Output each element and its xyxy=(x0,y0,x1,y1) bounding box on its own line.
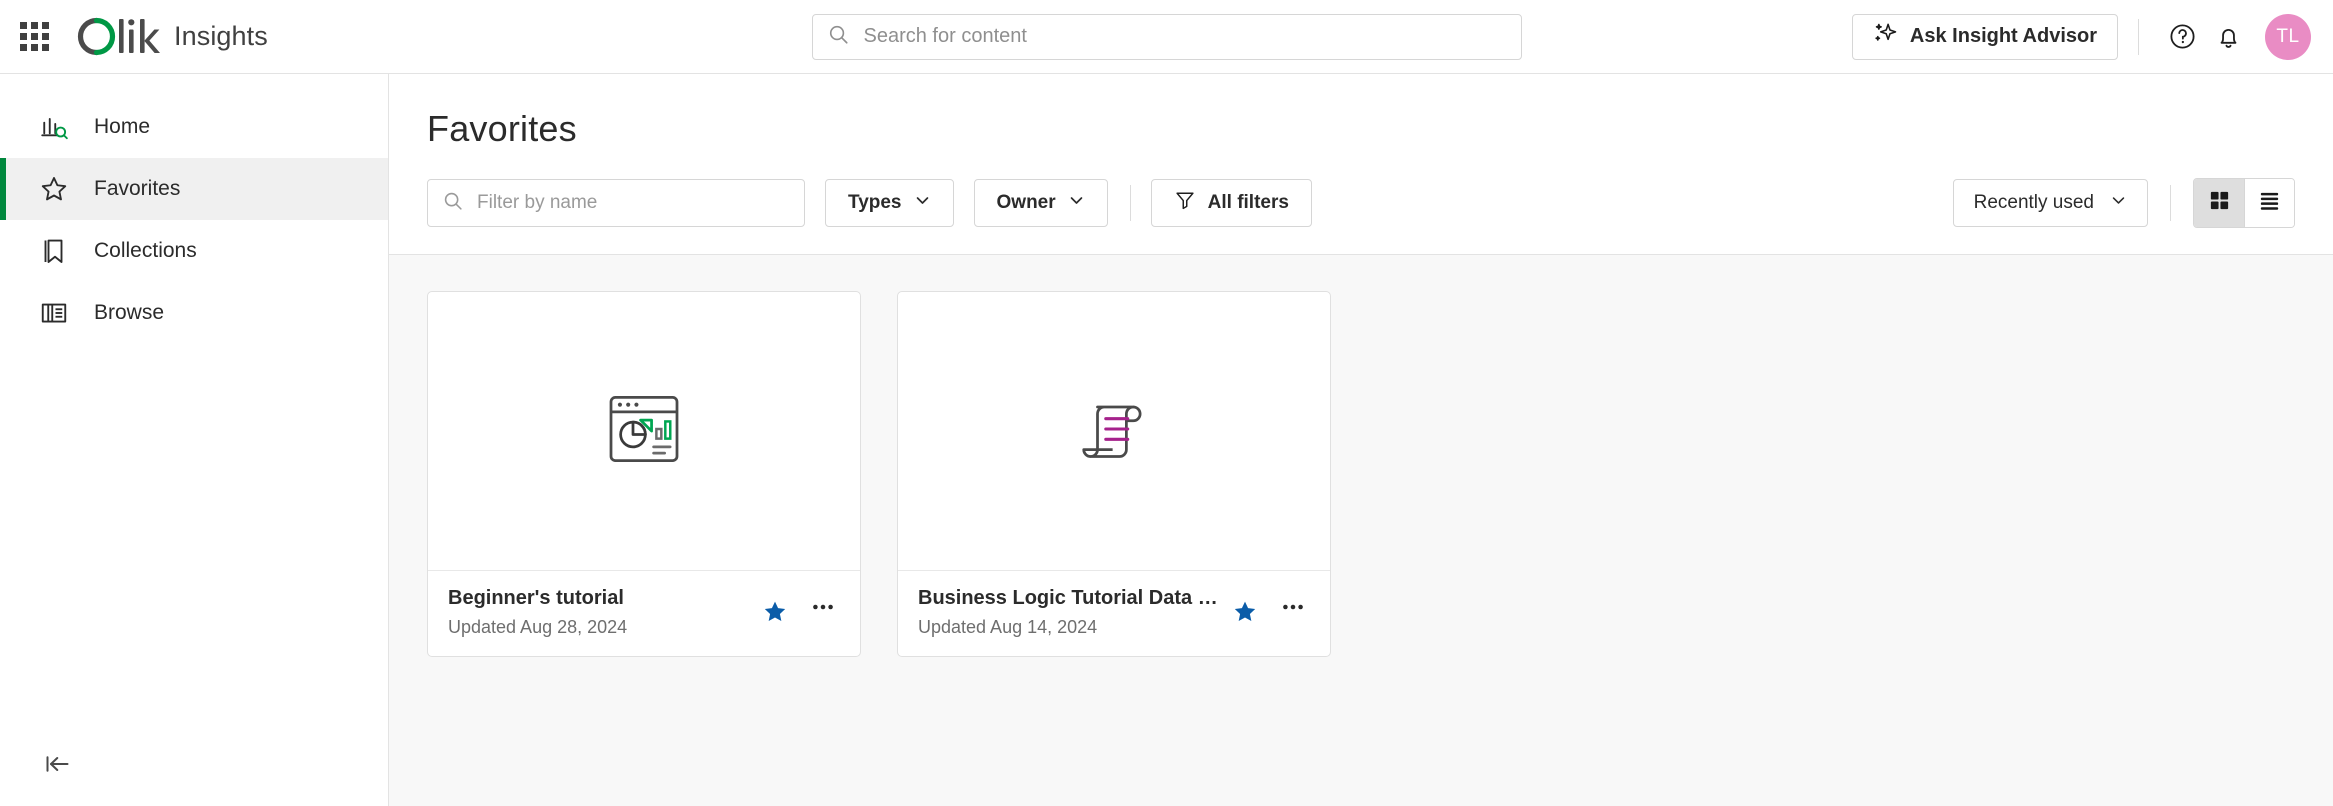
sidebar-item-label: Collections xyxy=(94,239,197,263)
card-updated-date: Updated Aug 28, 2024 xyxy=(448,617,758,638)
card-actions xyxy=(1228,587,1310,629)
owner-filter-button[interactable]: Owner xyxy=(974,179,1108,227)
view-divider xyxy=(2170,185,2171,221)
launcher-dot xyxy=(42,44,49,51)
list-view-button[interactable] xyxy=(2244,179,2294,227)
collapse-left-icon[interactable] xyxy=(38,744,78,784)
types-label: Types xyxy=(848,192,902,214)
sidebar-item-collections[interactable]: Collections xyxy=(0,220,388,282)
card-updated-date: Updated Aug 14, 2024 xyxy=(918,617,1228,638)
sidebar-item-home[interactable]: Home xyxy=(0,96,388,158)
bookmark-icon xyxy=(38,235,70,267)
all-filters-label: All filters xyxy=(1208,192,1289,214)
user-avatar[interactable]: TL xyxy=(2265,14,2311,60)
favorite-star-icon[interactable] xyxy=(1228,595,1262,629)
star-outline-icon xyxy=(38,173,70,205)
chevron-down-icon xyxy=(1068,192,1085,215)
sort-by-button[interactable]: Recently used xyxy=(1953,179,2148,227)
sidebar: Home Favorites Collections xyxy=(0,74,389,806)
header-actions: Ask Insight Advisor TL xyxy=(1852,14,2333,60)
brand-logo[interactable]: Insights xyxy=(74,15,268,59)
owner-label: Owner xyxy=(997,192,1056,214)
brand-title: Insights xyxy=(174,21,268,52)
sidebar-item-label: Favorites xyxy=(94,177,180,201)
sidebar-item-label: Browse xyxy=(94,301,164,325)
page-title: Favorites xyxy=(389,74,2333,150)
sparkle-icon xyxy=(1873,21,1898,52)
qlik-logo-icon xyxy=(74,15,160,59)
launcher-dot xyxy=(20,44,27,51)
app-analytics-icon xyxy=(600,385,688,478)
app-body: Home Favorites Collections xyxy=(0,74,2333,806)
sidebar-item-favorites[interactable]: Favorites xyxy=(0,158,388,220)
view-mode-toggle xyxy=(2193,178,2295,228)
browse-panel-icon xyxy=(38,297,70,329)
help-circle-icon[interactable] xyxy=(2159,14,2205,60)
avatar-initials: TL xyxy=(2276,26,2299,48)
card-text-block: Beginner's tutorial Updated Aug 28, 2024 xyxy=(448,587,758,638)
funnel-icon xyxy=(1174,189,1196,217)
bell-icon[interactable] xyxy=(2205,14,2251,60)
qlik-insights-app: Insights Search for content xyxy=(0,0,2333,806)
types-filter-button[interactable]: Types xyxy=(825,179,954,227)
list-view-icon xyxy=(2258,189,2281,217)
content-card[interactable]: Beginner's tutorial Updated Aug 28, 2024 xyxy=(427,291,861,657)
sidebar-item-browse[interactable]: Browse xyxy=(0,282,388,344)
search-icon xyxy=(442,190,464,217)
sort-label: Recently used xyxy=(1974,192,2094,214)
grid-view-button[interactable] xyxy=(2194,179,2244,227)
launcher-dot xyxy=(42,33,49,40)
global-search: Search for content xyxy=(812,14,1522,60)
card-more-menu-icon[interactable] xyxy=(1276,595,1310,629)
search-icon xyxy=(827,23,850,51)
header-divider xyxy=(2138,19,2139,55)
search-input[interactable]: Search for content xyxy=(812,14,1522,60)
ask-insight-advisor-label: Ask Insight Advisor xyxy=(1910,25,2097,48)
launcher-dot xyxy=(31,33,38,40)
chevron-down-icon xyxy=(914,192,931,215)
card-more-menu-icon[interactable] xyxy=(806,595,840,629)
launcher-dot xyxy=(42,22,49,29)
search-placeholder: Search for content xyxy=(864,25,1027,48)
toolbar-divider xyxy=(1130,185,1131,221)
main-content: Favorites Filter by name Types xyxy=(389,74,2333,806)
favorite-star-icon[interactable] xyxy=(758,595,792,629)
launcher-dot xyxy=(31,44,38,51)
card-title: Beginner's tutorial xyxy=(448,587,758,610)
card-text-block: Business Logic Tutorial Data Prep Update… xyxy=(918,587,1228,638)
insight-chart-icon xyxy=(38,111,70,143)
card-thumbnail xyxy=(428,292,860,571)
chevron-down-icon xyxy=(2110,192,2127,215)
grid-view-icon xyxy=(2208,189,2231,217)
launcher-dot xyxy=(20,22,27,29)
card-title: Business Logic Tutorial Data Prep xyxy=(918,587,1228,610)
content-card[interactable]: Business Logic Tutorial Data Prep Update… xyxy=(897,291,1331,657)
filter-placeholder: Filter by name xyxy=(477,192,597,214)
card-thumbnail xyxy=(898,292,1330,571)
filter-by-name-input[interactable]: Filter by name xyxy=(427,179,805,227)
card-actions xyxy=(758,587,840,629)
ask-insight-advisor-button[interactable]: Ask Insight Advisor xyxy=(1852,14,2118,60)
content-grid: Beginner's tutorial Updated Aug 28, 2024 xyxy=(389,255,2333,806)
top-header: Insights Search for content xyxy=(0,0,2333,74)
launcher-dot xyxy=(20,33,27,40)
card-footer: Beginner's tutorial Updated Aug 28, 2024 xyxy=(428,571,860,656)
content-toolbar: Filter by name Types Owner xyxy=(389,150,2333,255)
launcher-dot xyxy=(31,22,38,29)
card-footer: Business Logic Tutorial Data Prep Update… xyxy=(898,571,1330,656)
all-filters-button[interactable]: All filters xyxy=(1151,179,1312,227)
app-launcher-icon[interactable] xyxy=(16,19,52,55)
sidebar-item-label: Home xyxy=(94,115,150,139)
data-script-icon xyxy=(1070,385,1158,478)
